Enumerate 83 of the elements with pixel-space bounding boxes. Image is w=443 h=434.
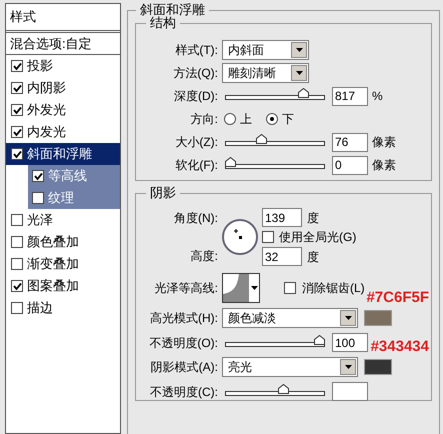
radio-button[interactable] [266,113,278,125]
field-label: 高光模式(H): [149,310,218,327]
slider-thumb[interactable] [278,384,290,394]
field-label: 高度: [190,248,218,265]
field-label: 阴影模式(A): [150,359,218,376]
checkbox[interactable] [11,82,23,94]
checkbox[interactable] [11,214,23,226]
color-swatch[interactable] [364,359,392,375]
field-label: 大小(Z): [174,134,218,151]
slider[interactable] [225,384,325,396]
layer-style-item[interactable]: 内发光 [6,121,120,143]
slider-thumb[interactable] [298,88,309,98]
checkbox[interactable] [11,126,23,138]
layer-style-item[interactable]: 等高线 [28,165,120,187]
slider[interactable] [225,88,325,100]
checkbox[interactable] [11,104,23,116]
field-label: 角度(N): [173,210,218,227]
checkbox[interactable] [32,170,44,182]
checkbox[interactable] [11,60,23,72]
layer-style-item[interactable]: 描边 [6,297,120,319]
dropdown[interactable]: 颜色减淡 [222,308,358,328]
input-field[interactable]: 139 [262,208,302,227]
slider[interactable] [225,134,325,146]
color-annotation: #343434 [370,339,429,354]
unit-label: 像素 [372,134,396,151]
layer-style-item[interactable]: 斜面和浮雕 [6,143,120,165]
field-label: 方向: [190,111,218,128]
color-annotation: #7C6F5F [366,290,429,305]
option-label: 下 [282,111,294,128]
field-label: 软化(F): [174,157,218,174]
checkbox-label: 使用全局光(G) [279,229,356,246]
unit-label: 度 [307,248,319,266]
color-swatch[interactable] [364,310,392,326]
blending-options-item[interactable]: 混合选项:自定 [6,33,120,55]
panel-header: 样式 [6,4,120,33]
slider[interactable] [225,334,325,346]
input-field[interactable]: 76 [332,132,368,152]
dropdown[interactable]: 亮光 [222,357,358,377]
contour-picker[interactable] [222,273,260,303]
angle-dial[interactable] [222,219,258,255]
layer-style-item[interactable]: 光泽 [6,209,120,231]
checkbox[interactable] [11,280,23,292]
layer-style-item[interactable]: 外发光 [6,99,120,121]
checkbox-label: 消除锯齿(L) [302,280,365,297]
radio-button[interactable] [224,113,236,125]
slider-thumb[interactable] [314,334,325,344]
slider-thumb[interactable] [256,134,268,144]
dropdown[interactable]: 内斜面 [222,40,309,60]
checkbox[interactable] [11,148,23,160]
input-field[interactable]: 0 [332,156,368,174]
slider[interactable] [225,157,325,169]
slider-thumb[interactable] [225,157,236,167]
unit-label: 度 [307,210,319,226]
group-title: 阴影 [146,185,180,201]
input-field[interactable]: 32 [262,247,302,266]
field-label: 深度(D): [173,88,218,105]
dropdown[interactable]: 雕刻清晰 [222,63,309,83]
checkbox[interactable] [11,302,23,314]
layer-style-item[interactable]: 图案叠加 [6,275,120,297]
checkbox[interactable] [32,192,44,204]
checkbox[interactable] [11,258,23,270]
field-label: 样式(T): [174,42,218,59]
field-label: 不透明度(C): [149,384,218,400]
checkbox[interactable] [11,236,23,248]
dropdown-arrow-icon[interactable] [251,286,258,290]
checkbox[interactable] [284,282,296,294]
option-label: 上 [240,111,252,128]
layer-style-item[interactable]: 渐变叠加 [6,253,120,275]
field-label: 不透明度(O): [148,334,218,352]
angle-marker-icon [233,228,243,240]
layer-style-item[interactable]: 投影 [6,55,120,77]
layer-style-item[interactable]: 内阴影 [6,77,120,99]
layer-style-item[interactable]: 颜色叠加 [6,231,120,253]
field-label: 方法(Q): [172,65,218,82]
input-field[interactable]: 100 [332,333,368,352]
unit-label: 像素 [372,157,396,174]
checkbox[interactable] [262,231,274,243]
layer-style-item[interactable]: 纹理 [28,187,120,209]
input-field[interactable] [332,382,368,401]
input-field[interactable]: 817 [332,86,368,106]
unit-label: % [372,88,383,105]
field-label: 光泽等高线: [154,280,218,297]
group-title: 结构 [146,15,180,31]
